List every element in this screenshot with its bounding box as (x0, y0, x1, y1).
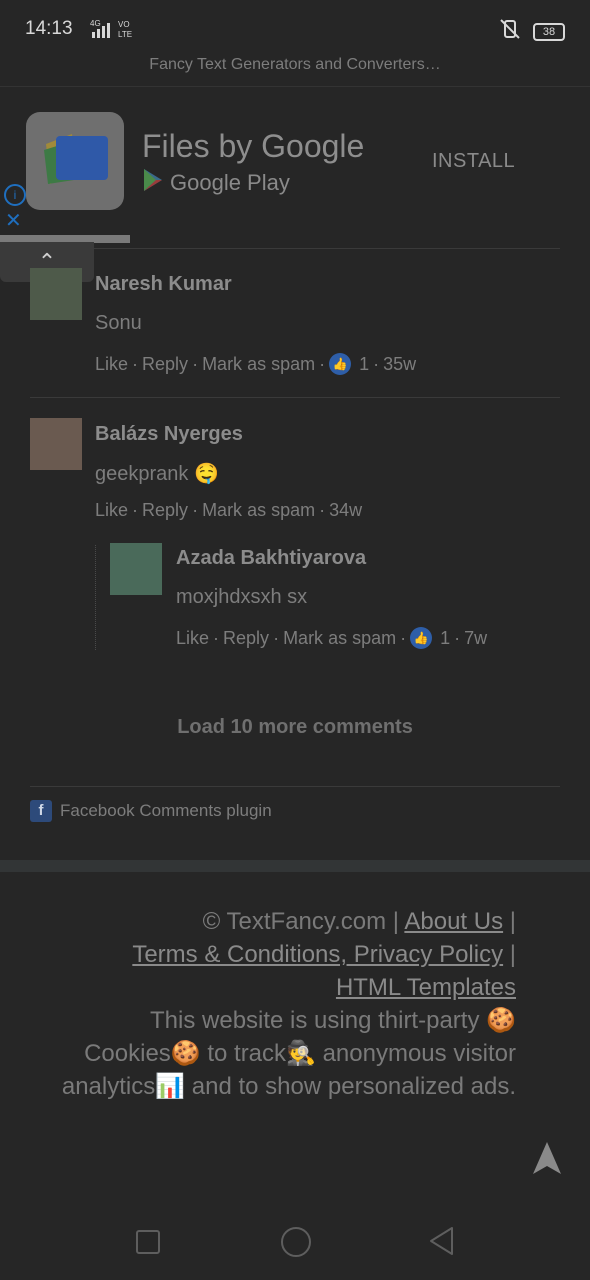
ad-banner[interactable]: Files by Google Google Play INSTALL i ✕ (0, 100, 590, 233)
footer: © TextFancy.com | About Us | Terms & Con… (60, 905, 516, 1103)
cookie-notice: This website is using thirt-party 🍪 Cook… (61, 1007, 516, 1100)
comment-author[interactable]: Naresh Kumar (95, 273, 232, 296)
svg-text:LTE: LTE (118, 30, 132, 39)
signal-icon: 4G VO LTE (90, 18, 142, 42)
ad-close-icon[interactable]: ✕ (5, 208, 22, 233)
svg-text:4G: 4G (90, 19, 101, 28)
like-count: 1 (440, 627, 451, 648)
about-us-link[interactable]: About Us (404, 908, 503, 935)
vibrate-mute-icon (499, 18, 521, 45)
mark-spam-link[interactable]: Mark as spam (202, 500, 315, 521)
reply-link[interactable]: Reply (223, 628, 269, 649)
files-app-logo[interactable] (26, 112, 124, 210)
separator: | (509, 941, 516, 968)
like-count: 1 (359, 353, 370, 374)
mark-spam-link[interactable]: Mark as spam (283, 628, 396, 649)
copyright-text: © TextFancy.com | (202, 908, 400, 935)
scroll-to-top-icon[interactable] (531, 1140, 563, 1176)
ad-store-label: Google Play (170, 170, 290, 195)
divider (0, 86, 590, 87)
comment-actions: Like · Reply · Mark as spam · 👍 1 · 35w (95, 353, 417, 375)
page-title: Fancy Text Generators and Converters… (149, 56, 441, 73)
home-button[interactable] (281, 1227, 311, 1257)
status-bar: 14:13 4G VO LTE 38 (0, 0, 590, 58)
comment-time[interactable]: 35w (383, 354, 416, 375)
comment-text: geekprank 🤤 (95, 463, 219, 485)
avatar[interactable] (30, 418, 82, 470)
google-play-icon (142, 168, 164, 198)
recent-apps-button[interactable] (136, 1230, 160, 1254)
divider (30, 397, 560, 398)
thumbs-up-icon: 👍 (410, 627, 433, 649)
comment-actions: Like · Reply · Mark as spam · 34w (95, 500, 363, 521)
avatar[interactable] (30, 268, 82, 320)
install-button[interactable]: INSTALL (432, 150, 515, 173)
status-time: 14:13 (25, 18, 73, 39)
system-nav-bar (0, 1200, 590, 1280)
separator: | (509, 908, 516, 935)
comment-author[interactable]: Azada Bakhtiyarova (176, 547, 366, 570)
battery-indicator: 38 (533, 22, 565, 41)
like-link[interactable]: Like (176, 628, 209, 649)
plugin-label[interactable]: Facebook Comments plugin (60, 801, 272, 821)
facebook-plugin-link[interactable]: f Facebook Comments plugin (30, 800, 272, 822)
comment-time[interactable]: 34w (329, 500, 362, 521)
reply-thread-line (95, 545, 97, 650)
comment-text: moxjhdxsxh sx (176, 586, 308, 608)
comment-time[interactable]: 7w (464, 628, 487, 649)
avatar[interactable] (110, 543, 162, 595)
mark-spam-link[interactable]: Mark as spam (202, 354, 315, 375)
ad-title[interactable]: Files by Google (142, 128, 364, 165)
reply-link[interactable]: Reply (142, 500, 188, 521)
like-link[interactable]: Like (95, 500, 128, 521)
thumbs-up-icon: 👍 (329, 353, 352, 375)
divider (30, 786, 560, 787)
like-link[interactable]: Like (95, 354, 128, 375)
load-more-button[interactable]: Load 10 more comments (0, 716, 590, 739)
html-templates-link[interactable]: HTML Templates (336, 974, 516, 1001)
svg-text:VO: VO (118, 20, 130, 29)
comment-text: Sonu (95, 312, 142, 334)
comment-author[interactable]: Balázs Nyerges (95, 423, 243, 446)
back-button[interactable] (428, 1226, 456, 1261)
facebook-icon: f (30, 800, 52, 822)
divider (30, 248, 560, 249)
footer-separator (0, 860, 590, 872)
terms-privacy-link[interactable]: Terms & Conditions, Privacy Policy (132, 941, 503, 968)
comment-actions: Like · Reply · Mark as spam · 👍 1 · 7w (176, 627, 488, 649)
reply-link[interactable]: Reply (142, 354, 188, 375)
ad-info-icon[interactable]: i (4, 184, 26, 206)
